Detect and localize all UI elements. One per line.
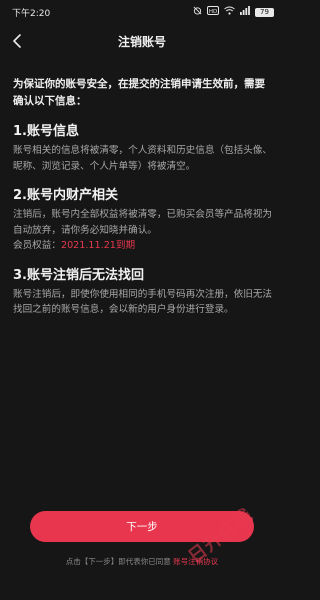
section-body: 账号相关的信息将被清零，个人资料和历史信息（包括头像、昵称、浏览记录、个人片单等… [13, 145, 273, 172]
status-icons: HD 79 [193, 6, 274, 18]
section-irreversible: 3.账号注销后无法找回 账号注销后，即使你使用相同的手机号码再次注册，依旧无法找… [13, 266, 275, 318]
back-button[interactable] [8, 32, 26, 50]
section-body: 注销后，账号内全部权益将被清零，已购买会员等产品将视为自动放弃，请你务必知晓并确… [13, 209, 273, 236]
member-label: 会员权益： [13, 240, 61, 251]
signal-icon [240, 6, 250, 18]
intro-text: 为保证你的账号安全，在提交的注销申请生效前，需要确认以下信息： [13, 78, 265, 107]
content: 为保证你的账号安全，在提交的注销申请生效前，需要确认以下信息： 1.账号信息 账… [13, 76, 275, 318]
section-title: 1.账号信息 [13, 124, 79, 139]
alarm-off-icon [193, 6, 202, 18]
status-time: 下午2:20 [12, 8, 51, 19]
hd-icon: HD [207, 6, 219, 18]
section-assets: 2.账号内财产相关 注销后，账号内全部权益将被清零，已购买会员等产品将视为自动放… [13, 186, 275, 254]
agreement-text: 点击【下一步】即代表你已同意 账号注销协议 [0, 556, 284, 567]
section-title: 2.账号内财产相关 [13, 188, 118, 203]
battery-icon: 79 [255, 7, 274, 17]
section-title: 3.账号注销后无法找回 [13, 267, 144, 283]
svg-text:HD: HD [209, 9, 217, 15]
nav-bar: 注销账号 [0, 28, 284, 54]
section-account-info: 1.账号信息 账号相关的信息将被清零，个人资料和历史信息（包括头像、昵称、浏览记… [13, 122, 275, 174]
chevron-left-icon [13, 34, 21, 48]
wifi-icon [224, 6, 235, 18]
member-rights: 会员权益：2021.11.21到期 [13, 238, 275, 254]
status-bar: 下午2:20 HD 79 [0, 0, 284, 24]
page-title: 注销账号 [117, 34, 166, 49]
member-expiry: 2021.11.21到期 [60, 240, 136, 251]
section-body: 账号注销后，即使你使用相同的手机号码再次注册，依旧无法找回之前的账号信息，会以新… [13, 288, 273, 316]
agreement-prefix: 点击【下一步】即代表你已同意 [65, 557, 171, 566]
